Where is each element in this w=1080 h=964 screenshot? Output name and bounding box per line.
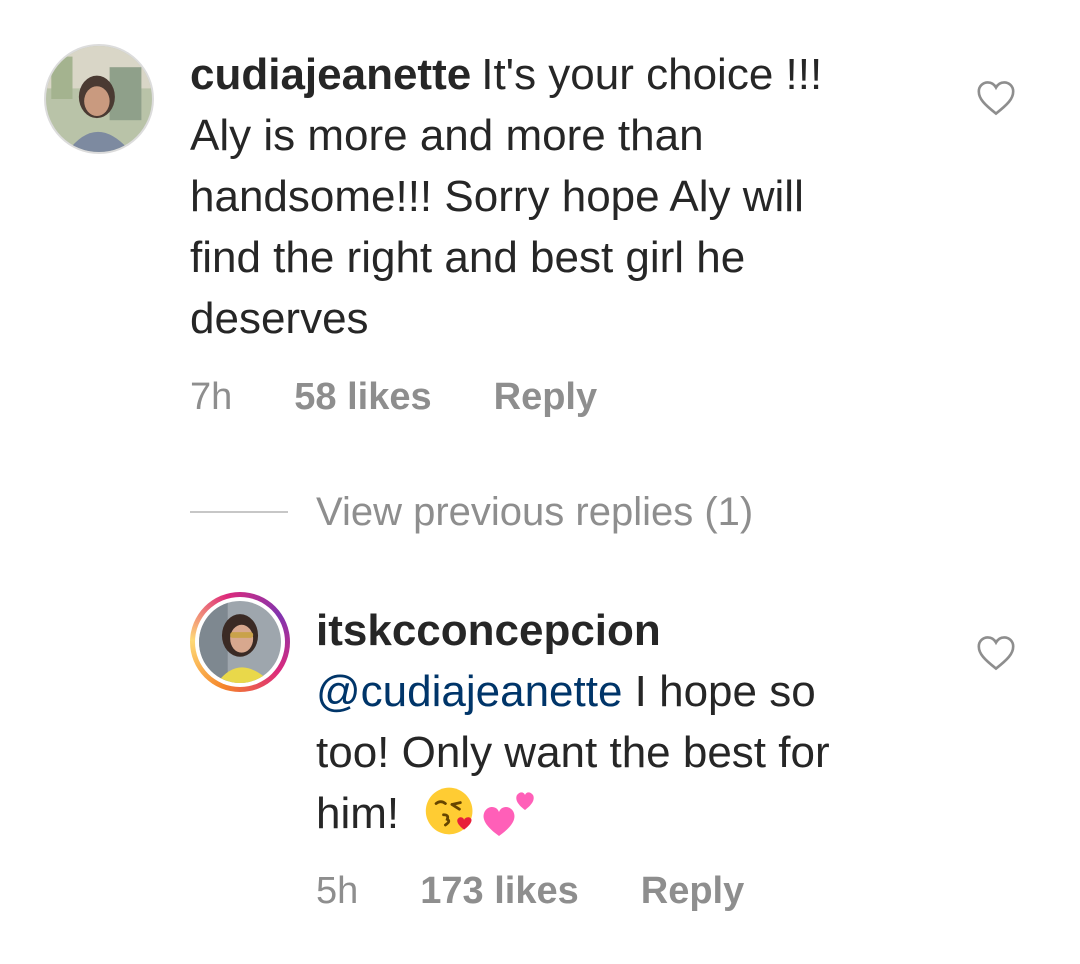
heart-outline-icon[interactable] [976,635,1016,671]
heart-outline-icon[interactable] [976,80,1016,116]
avatar-story-ring[interactable] [190,592,290,692]
two-hearts-emoji [483,792,535,837]
comment-username[interactable]: itskcconcepcion [316,606,661,655]
reply-button[interactable]: Reply [641,870,744,913]
likes-count-link[interactable]: 58 likes [294,376,431,419]
face-blowing-kiss-emoji [426,788,473,835]
comment-username[interactable]: cudiajeanette [190,50,471,99]
view-previous-replies-label[interactable]: View previous replies (1) [316,490,753,535]
likes-count-link[interactable]: 173 likes [420,870,578,913]
reply-body: itskcconcepcion @cudiajeanette I hope so… [316,600,956,844]
profile-photo [46,46,152,152]
comment-text-line: find the right and best girl he [190,233,746,282]
comment-meta: 7h 58 likes Reply [190,372,597,422]
divider-line [190,511,288,513]
comment-body: cudiajeanette It's your choice !!! Aly is… [190,44,950,349]
comments-thread: cudiajeanette It's your choice !!! Aly is… [0,0,1080,964]
view-previous-replies[interactable]: View previous replies (1) [190,488,753,536]
comment-text-line: Aly is more and more than [190,111,704,160]
comment-text-line: too! Only want the best for [316,728,830,777]
comment-text-line: I hope so [622,667,816,716]
comment-text-line: It's your choice !!! [481,50,823,99]
mention-link[interactable]: @cudiajeanette [316,667,622,716]
reply-button[interactable]: Reply [494,376,597,419]
comment-timestamp: 5h [316,869,359,912]
comment-text-line: deserves [190,294,369,343]
comment-text-line: handsome!!! Sorry hope Aly will [190,172,804,221]
comment-meta: 5h 173 likes Reply [316,866,744,916]
avatar[interactable] [44,44,154,154]
comment-text-line: him! [316,789,412,838]
comment-timestamp: 7h [190,375,233,418]
profile-photo [199,601,281,683]
